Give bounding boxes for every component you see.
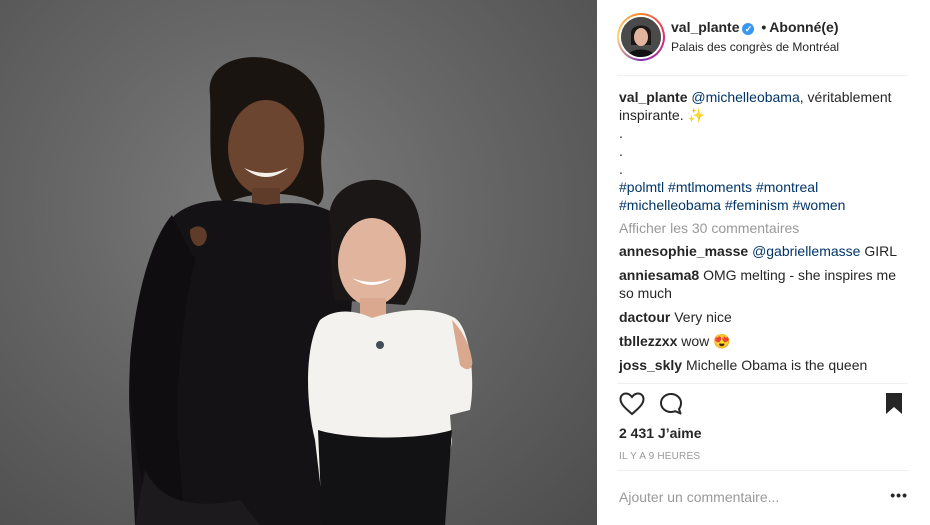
avatar-picture [621, 17, 661, 57]
person-right [308, 179, 473, 525]
comment-item: dactour Very nice [619, 308, 909, 326]
post-photo[interactable] [0, 0, 597, 525]
comment-item: tbllezzxx wow 😍 [619, 332, 909, 350]
more-options-button[interactable]: ••• [890, 487, 908, 503]
comment-text: Michelle Obama is the queen [685, 357, 868, 373]
caption: val_plante @michelleobama, véritablement… [619, 88, 909, 124]
hashtag-link[interactable]: #feminism [725, 197, 789, 213]
caption-username[interactable]: val_plante [619, 89, 687, 105]
comment-text: wow 😍 [681, 333, 731, 349]
hashtag-link[interactable]: #polmtl [619, 179, 664, 195]
caption-hashtags: #polmtl #mtlmoments #montreal [619, 178, 909, 196]
add-comment-input[interactable]: Ajouter un commentaire... [619, 489, 859, 505]
header-username-row: val_plante ✓ • Abonné(e) [671, 19, 839, 35]
caption-dots: . . . [619, 124, 909, 178]
likes-count[interactable]: 2 431 J’aime [619, 425, 702, 441]
post-header: val_plante ✓ • Abonné(e) Palais des congrè… [597, 0, 930, 75]
comment-text: Very nice [674, 309, 732, 325]
view-all-comments-link[interactable]: Afficher les 30 commentaires [619, 219, 909, 237]
caption-dot: . [619, 161, 623, 177]
post-location[interactable]: Palais des congrès de Montréal [671, 40, 839, 54]
avatar[interactable] [617, 13, 665, 61]
comment-username[interactable]: anniesama8 [619, 267, 699, 283]
caption-hashtags: #michelleobama #feminism #women [619, 196, 909, 214]
heart-icon[interactable] [619, 392, 645, 416]
header-username[interactable]: val_plante [671, 19, 739, 35]
post-sidebar: val_plante ✓ • Abonné(e) Palais des congrè… [597, 0, 930, 525]
hashtag-link[interactable]: #montreal [756, 179, 818, 195]
follow-status-button[interactable]: Abonné(e) [769, 19, 838, 35]
header-divider [617, 75, 908, 76]
photo-illustration [129, 57, 473, 525]
comment-item: anniesama8 OMG melting - she inspires me… [619, 266, 909, 302]
caption-mention[interactable]: @michelleobama [691, 89, 799, 105]
comments-section: val_plante @michelleobama, véritablement… [619, 88, 909, 380]
verified-badge-icon: ✓ [742, 23, 755, 35]
comment-icon[interactable] [659, 392, 683, 416]
sparkles-emoji: ✨ [687, 107, 705, 123]
comment-username[interactable]: joss_skly [619, 357, 682, 373]
comment-username[interactable]: annesophie_masse [619, 243, 748, 259]
comment-item: annesophie_masse @gabriellemasse GIRL [619, 242, 909, 260]
hashtag-link[interactable]: #women [793, 197, 846, 213]
hashtag-link[interactable]: #mtlmoments [668, 179, 752, 195]
comment-item: joss_skly Michelle Obama is the queen [619, 356, 909, 374]
comment-text: GIRL [860, 243, 898, 259]
header-separator: • [761, 19, 767, 35]
caption-dot: . [619, 143, 623, 159]
hashtag-link[interactable]: #michelleobama [619, 197, 721, 213]
action-bar [619, 392, 909, 418]
bookmark-icon[interactable] [884, 392, 904, 416]
comment-mention[interactable]: @gabriellemasse [752, 243, 860, 259]
comment-username[interactable]: tbllezzxx [619, 333, 677, 349]
comments-divider [617, 383, 908, 384]
caption-dot: . [619, 125, 623, 141]
comment-username[interactable]: dactour [619, 309, 670, 325]
footer-divider [617, 470, 908, 471]
post-timestamp: IL Y A 9 HEURES [619, 451, 701, 462]
